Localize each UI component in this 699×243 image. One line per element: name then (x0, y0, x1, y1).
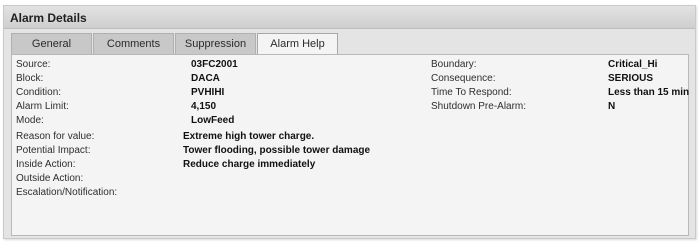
source-label: Source: (16, 59, 51, 70)
potential-impact-value: Tower flooding, possible tower damage (183, 145, 371, 156)
reason-for-value-label: Reason for value: (16, 131, 95, 142)
tab-strip: General Comments Suppression Alarm Help (11, 33, 339, 55)
alarm-limit-label: Alarm Limit: (16, 101, 69, 112)
inside-action-value: Reduce charge immediately (183, 159, 316, 170)
alarm-help-content: Source: 03FC2001 Block: DACA Condition: … (11, 54, 689, 236)
time-to-respond-label: Time To Respond: (431, 87, 512, 98)
shutdown-pre-alarm-value: N (608, 101, 616, 112)
mode-value: LowFeed (191, 115, 235, 126)
consequence-label: Consequence: (431, 73, 496, 84)
panel-title: Alarm Details (10, 11, 87, 25)
shutdown-pre-alarm-label: Shutdown Pre-Alarm: (431, 101, 527, 112)
escalation-notification-label: Escalation/Notification: (16, 187, 118, 198)
time-to-respond-value: Less than 15 min (608, 87, 690, 98)
outside-action-label: Outside Action: (16, 173, 84, 184)
consequence-value: SERIOUS (608, 73, 654, 84)
boundary-value: Critical_Hi (608, 59, 658, 70)
block-label: Block: (16, 73, 44, 84)
alarm-limit-value: 4,150 (191, 101, 217, 112)
reason-for-value-value: Extreme high tower charge. (183, 131, 315, 142)
panel-header: Alarm Details (4, 6, 695, 29)
block-value: DACA (191, 73, 220, 84)
source-value: 03FC2001 (191, 59, 238, 70)
mode-label: Mode: (16, 115, 44, 126)
alarm-details-panel: Alarm Details General Comments Suppressi… (3, 5, 696, 239)
tab-suppression[interactable]: Suppression (175, 33, 256, 54)
tab-general[interactable]: General (11, 33, 92, 54)
condition-value: PVHIHI (191, 87, 225, 98)
potential-impact-label: Potential Impact: (16, 145, 91, 156)
inside-action-label: Inside Action: (16, 159, 76, 170)
tab-alarm-help[interactable]: Alarm Help (257, 33, 338, 55)
condition-label: Condition: (16, 87, 62, 98)
tab-comments[interactable]: Comments (93, 33, 174, 54)
boundary-label: Boundary: (431, 59, 477, 70)
